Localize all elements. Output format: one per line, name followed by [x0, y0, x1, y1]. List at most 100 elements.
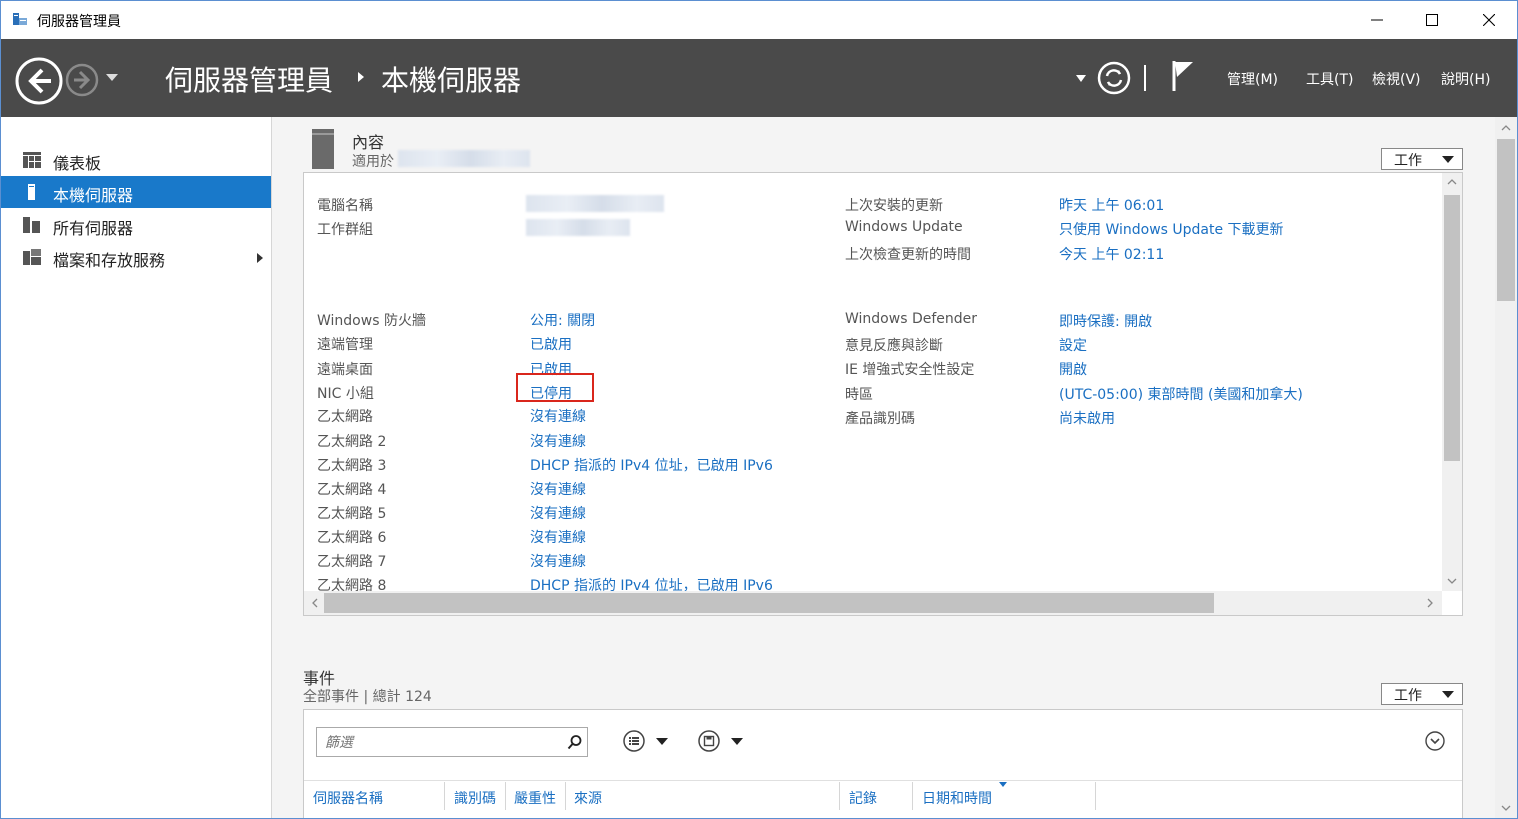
servers-icon	[23, 217, 40, 233]
prop-label-product-id: 產品識別碼	[845, 411, 915, 427]
main-vertical-scrollbar[interactable]	[1495, 117, 1517, 818]
breadcrumb-root[interactable]: 伺服器管理員	[165, 59, 333, 99]
maximize-button[interactable]	[1404, 1, 1460, 39]
prop-value-ethernet-7[interactable]: 沒有連線	[530, 551, 586, 571]
prop-value-ethernet-4[interactable]: 沒有連線	[530, 479, 586, 499]
server-icon	[28, 184, 35, 200]
query-dropdown-icon[interactable]	[656, 738, 668, 746]
chevron-down-icon	[1442, 156, 1454, 163]
prop-value-windows-defender[interactable]: 即時保護: 開啟	[1059, 311, 1152, 331]
scroll-up-icon[interactable]	[1447, 179, 1457, 185]
horizontal-scroll-thumb[interactable]	[324, 593, 1214, 613]
server-manager-window: 伺服器管理員 伺服器管理員 本機伺服器 管理(M) 工具(T) 檢視(V) 說明…	[0, 0, 1518, 819]
prop-value-firewall[interactable]: 公用: 關閉	[530, 310, 595, 330]
menu-manage[interactable]: 管理(M)	[1227, 69, 1278, 89]
prop-label-ethernet-5: 乙太網路 5	[317, 506, 387, 522]
query-list-icon[interactable]	[623, 730, 645, 752]
prop-label-time-zone: 時區	[845, 387, 873, 403]
properties-horizontal-scrollbar[interactable]	[304, 591, 1442, 615]
sidebar-item-file-storage[interactable]: 檔案和存放服務	[1, 241, 271, 273]
sidebar-item-label: 本機伺服器	[53, 186, 134, 205]
scroll-down-icon[interactable]	[1447, 578, 1457, 584]
prop-value-ie-esc[interactable]: 開啟	[1059, 359, 1087, 379]
close-icon	[1483, 14, 1495, 26]
sidebar-item-dashboard[interactable]: 儀表板	[1, 144, 271, 176]
notifications-flag-icon[interactable]	[1171, 59, 1195, 93]
filter-input[interactable]	[323, 732, 557, 754]
scroll-right-icon[interactable]	[1427, 598, 1433, 608]
toolbar-divider	[1144, 65, 1146, 91]
collapse-section-icon[interactable]	[1425, 731, 1445, 751]
properties-panel: 電腦名稱 工作群組 上次安裝的更新 Windows Update 上次檢查更新的…	[303, 172, 1463, 616]
save-query-dropdown-icon[interactable]	[731, 738, 743, 746]
prop-value-ethernet-2[interactable]: 沒有連線	[530, 431, 586, 451]
events-subtitle: 全部事件 | 總計 124	[303, 689, 432, 705]
menu-help[interactable]: 說明(H)	[1441, 69, 1490, 89]
navigation-header: 伺服器管理員 本機伺服器 管理(M) 工具(T) 檢視(V) 說明(H)	[1, 39, 1517, 117]
scroll-left-icon[interactable]	[312, 598, 318, 608]
save-query-icon[interactable]	[698, 730, 720, 752]
menu-view[interactable]: 檢視(V)	[1372, 69, 1421, 89]
maximize-icon	[1426, 14, 1438, 26]
scroll-down-icon[interactable]	[1501, 805, 1511, 811]
chevron-down-icon	[1442, 691, 1454, 698]
redacted-workgroup[interactable]	[526, 219, 630, 236]
prop-label-remote-desktop: 遠端桌面	[317, 362, 373, 378]
prop-value-remote-management[interactable]: 已啟用	[530, 334, 572, 354]
column-server-name[interactable]: 伺服器名稱	[313, 788, 383, 808]
prop-value-ethernet-6[interactable]: 沒有連線	[530, 527, 586, 547]
forward-arrow-icon[interactable]	[65, 63, 99, 97]
breadcrumb-current: 本機伺服器	[381, 64, 522, 97]
column-header-divider	[304, 780, 1462, 781]
prop-value-last-checked-updates[interactable]: 今天 上午 02:11	[1059, 244, 1164, 264]
prop-label-remote-management: 遠端管理	[317, 337, 373, 353]
scroll-thumb[interactable]	[1497, 139, 1515, 301]
scroll-up-icon[interactable]	[1501, 125, 1511, 131]
prop-label-windows-update: Windows Update	[845, 219, 963, 235]
events-tasks-button[interactable]: 工作	[1381, 683, 1463, 705]
server-tower-icon	[312, 129, 334, 169]
prop-value-last-installed-updates[interactable]: 昨天 上午 06:01	[1059, 195, 1164, 215]
menu-tools[interactable]: 工具(T)	[1306, 69, 1353, 89]
column-date-time[interactable]: 日期和時間	[922, 788, 992, 808]
prop-label-firewall: Windows 防火牆	[317, 313, 426, 329]
prop-label-ethernet-4: 乙太網路 4	[317, 482, 387, 498]
sidebar-item-label: 所有伺服器	[53, 219, 134, 238]
server-manager-app-icon	[13, 13, 27, 25]
prop-label-computer-name: 電腦名稱	[317, 198, 373, 214]
refresh-dropdown-icon[interactable]	[1076, 75, 1086, 83]
column-severity[interactable]: 嚴重性	[514, 788, 556, 808]
prop-label-ethernet-2: 乙太網路 2	[317, 434, 387, 450]
sidebar-item-all-servers[interactable]: 所有伺服器	[1, 209, 271, 241]
prop-value-ethernet-5[interactable]: 沒有連線	[530, 503, 586, 523]
column-source[interactable]: 來源	[574, 788, 602, 808]
scroll-thumb[interactable]	[1444, 195, 1460, 461]
search-icon[interactable]	[567, 734, 583, 750]
prop-value-ethernet[interactable]: 沒有連線	[530, 406, 586, 426]
minimize-icon	[1371, 19, 1383, 21]
prop-label-windows-defender: Windows Defender	[845, 311, 978, 327]
prop-value-ethernet-3[interactable]: DHCP 指派的 IPv4 位址，已啟用 IPv6	[530, 455, 773, 475]
prop-value-windows-update[interactable]: 只使用 Windows Update 下載更新	[1059, 219, 1284, 239]
prop-label-ethernet-7: 乙太網路 7	[317, 554, 387, 570]
column-log[interactable]: 記錄	[849, 788, 877, 808]
column-id[interactable]: 識別碼	[454, 788, 496, 808]
prop-value-feedback-diagnostics[interactable]: 設定	[1059, 335, 1087, 355]
properties-vertical-scrollbar[interactable]	[1442, 173, 1462, 591]
prop-value-time-zone[interactable]: (UTC-05:00) 東部時間 (美國和加拿大)	[1059, 384, 1303, 404]
main-content: 內容 適用於 工作 電腦名稱 工作群組 上次安裝的更新 Windows Upda…	[272, 117, 1495, 818]
chevron-right-icon[interactable]	[256, 252, 264, 264]
properties-tasks-button[interactable]: 工作	[1381, 148, 1463, 170]
window-title: 伺服器管理員	[37, 14, 121, 30]
close-button[interactable]	[1461, 1, 1517, 39]
minimize-button[interactable]	[1349, 1, 1405, 39]
redacted-computer-name[interactable]	[526, 195, 664, 212]
properties-title: 內容	[352, 133, 385, 152]
sidebar-item-local-server[interactable]: 本機伺服器	[1, 176, 271, 208]
history-dropdown-icon[interactable]	[105, 73, 119, 83]
back-arrow-icon[interactable]	[15, 57, 63, 105]
prop-value-product-id[interactable]: 尚未啟用	[1059, 408, 1115, 428]
sidebar-item-label: 儀表板	[53, 154, 102, 173]
filter-box[interactable]	[316, 727, 588, 757]
refresh-icon[interactable]	[1097, 61, 1131, 95]
